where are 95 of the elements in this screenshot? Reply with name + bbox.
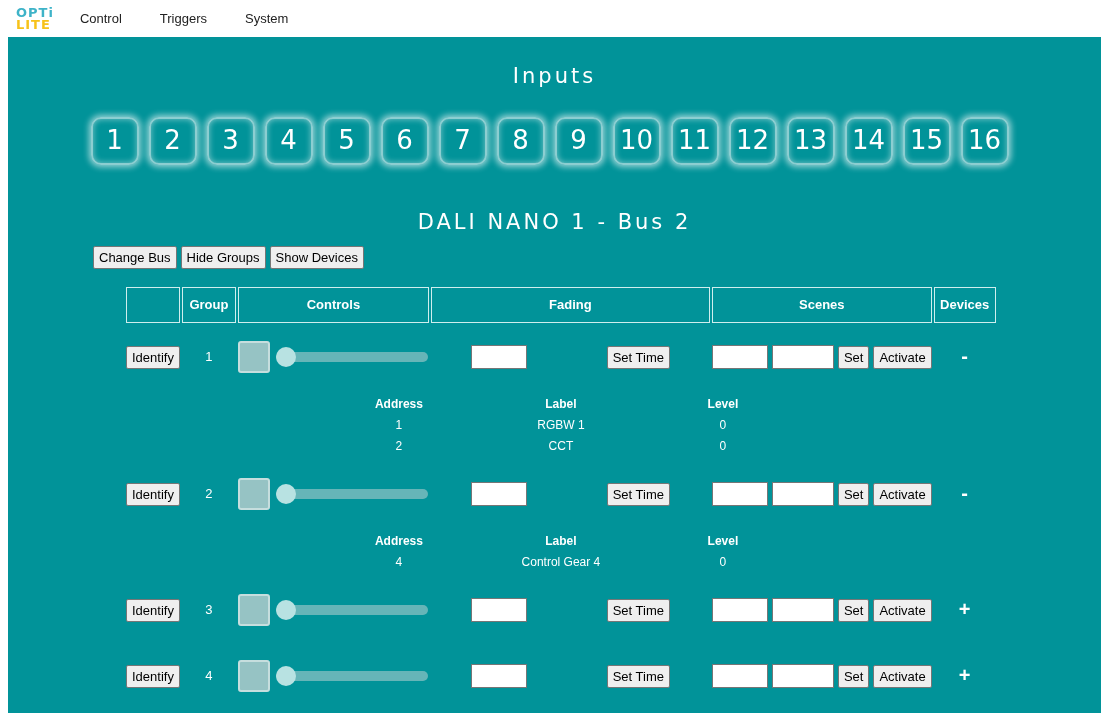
input-button[interactable]: 6 bbox=[380, 116, 429, 165]
fade-time-field[interactable] bbox=[470, 598, 527, 622]
device-column-header: Level bbox=[707, 533, 739, 548]
nav-link[interactable]: Control bbox=[79, 8, 122, 29]
section-title: DALI NANO 1 - Bus 2 bbox=[416, 208, 693, 236]
scene-field[interactable] bbox=[711, 482, 768, 506]
device-cell: RGBW 1 bbox=[537, 417, 585, 432]
fade-time-field[interactable] bbox=[470, 345, 527, 369]
input-button[interactable]: 14 bbox=[844, 116, 893, 165]
set-time-button[interactable]: Set Time bbox=[606, 664, 670, 688]
set-time-button[interactable]: Set Time bbox=[606, 482, 670, 506]
device-cell: CCT bbox=[548, 438, 574, 453]
input-button[interactable]: 3 bbox=[206, 116, 255, 165]
input-button[interactable]: 5 bbox=[322, 116, 371, 165]
set-button[interactable]: Set bbox=[837, 482, 870, 506]
color-swatch[interactable] bbox=[237, 341, 270, 373]
nav-link[interactable]: Triggers bbox=[159, 8, 208, 29]
scene-field[interactable] bbox=[771, 664, 834, 688]
fade-time-field[interactable] bbox=[470, 482, 527, 506]
logo-text: LITE bbox=[16, 18, 51, 31]
slider-track[interactable] bbox=[275, 600, 428, 620]
device-column-header: Address bbox=[374, 533, 423, 548]
section-title: Inputs bbox=[511, 63, 598, 90]
identify-button[interactable]: Identify bbox=[126, 664, 180, 688]
input-button[interactable]: 2 bbox=[148, 116, 197, 165]
column-header: Devices bbox=[933, 287, 996, 323]
logo-text: OPTi bbox=[16, 6, 54, 19]
device-column-header: Address bbox=[374, 396, 423, 411]
activate-button[interactable]: Activate bbox=[873, 482, 932, 506]
header-cell bbox=[126, 287, 180, 323]
fade-time-field[interactable] bbox=[470, 664, 527, 688]
input-button[interactable]: 11 bbox=[670, 116, 719, 165]
identify-button[interactable]: Identify bbox=[126, 598, 180, 622]
group-number: 3 bbox=[205, 602, 213, 618]
input-button[interactable]: 4 bbox=[264, 116, 313, 165]
color-swatch[interactable] bbox=[237, 594, 270, 626]
slider-track[interactable] bbox=[275, 484, 428, 504]
slider-track[interactable] bbox=[275, 666, 428, 686]
activate-button[interactable]: Activate bbox=[873, 664, 932, 688]
column-header: Scenes bbox=[711, 287, 932, 323]
slider-track[interactable] bbox=[275, 347, 428, 367]
slider-thumb[interactable] bbox=[275, 484, 296, 504]
activate-button[interactable]: Activate bbox=[873, 345, 932, 369]
toolbar-button[interactable]: Hide Groups bbox=[180, 246, 266, 269]
device-column-header: Level bbox=[707, 396, 739, 411]
color-swatch[interactable] bbox=[237, 660, 270, 692]
device-cell: 1 bbox=[395, 417, 403, 432]
scene-field[interactable] bbox=[711, 598, 768, 622]
device-cell: 0 bbox=[719, 417, 727, 432]
devices-toggle[interactable]: + bbox=[952, 598, 977, 619]
scene-field[interactable] bbox=[771, 482, 834, 506]
input-button[interactable]: 16 bbox=[960, 116, 1009, 165]
device-column-header: Label bbox=[545, 396, 577, 411]
input-button[interactable]: 1 bbox=[90, 116, 139, 165]
slider-thumb[interactable] bbox=[275, 600, 296, 620]
input-button[interactable]: 15 bbox=[902, 116, 951, 165]
device-cell: 4 bbox=[395, 554, 403, 569]
group-number: 2 bbox=[205, 486, 213, 502]
set-button[interactable]: Set bbox=[837, 345, 870, 369]
input-button[interactable]: 10 bbox=[612, 116, 661, 165]
scene-field[interactable] bbox=[771, 345, 834, 369]
input-button[interactable]: 13 bbox=[786, 116, 835, 165]
group-number: 4 bbox=[205, 668, 213, 684]
column-header: Group bbox=[181, 287, 236, 323]
input-button[interactable]: 8 bbox=[496, 116, 545, 165]
device-cell: 0 bbox=[719, 438, 727, 453]
slider-thumb[interactable] bbox=[275, 666, 296, 686]
device-cell: 0 bbox=[719, 554, 727, 569]
input-button[interactable]: 9 bbox=[554, 116, 603, 165]
devices-toggle[interactable]: - bbox=[955, 482, 974, 503]
identify-button[interactable]: Identify bbox=[126, 482, 180, 506]
set-time-button[interactable]: Set Time bbox=[606, 345, 670, 369]
device-cell: 2 bbox=[395, 438, 403, 453]
scene-field[interactable] bbox=[711, 664, 768, 688]
identify-button[interactable]: Identify bbox=[126, 345, 180, 369]
device-cell: Control Gear 4 bbox=[521, 554, 601, 569]
toolbar-button[interactable]: Change Bus bbox=[93, 246, 177, 269]
devices-toggle[interactable]: + bbox=[952, 664, 977, 685]
slider-thumb[interactable] bbox=[275, 347, 296, 367]
nav-link[interactable]: System bbox=[245, 8, 289, 29]
scene-field[interactable] bbox=[711, 345, 768, 369]
column-header: Controls bbox=[237, 287, 429, 323]
input-button[interactable]: 7 bbox=[438, 116, 487, 165]
input-button[interactable]: 12 bbox=[728, 116, 777, 165]
scene-field[interactable] bbox=[771, 598, 834, 622]
column-header: Fading bbox=[430, 287, 710, 323]
color-swatch[interactable] bbox=[237, 478, 270, 510]
activate-button[interactable]: Activate bbox=[873, 598, 932, 622]
group-number: 1 bbox=[205, 349, 213, 365]
toolbar-button[interactable]: Show Devices bbox=[269, 246, 364, 269]
device-column-header: Label bbox=[545, 533, 577, 548]
set-button[interactable]: Set bbox=[837, 664, 870, 688]
set-button[interactable]: Set bbox=[837, 598, 870, 622]
set-time-button[interactable]: Set Time bbox=[606, 598, 670, 622]
devices-toggle[interactable]: - bbox=[955, 345, 974, 366]
